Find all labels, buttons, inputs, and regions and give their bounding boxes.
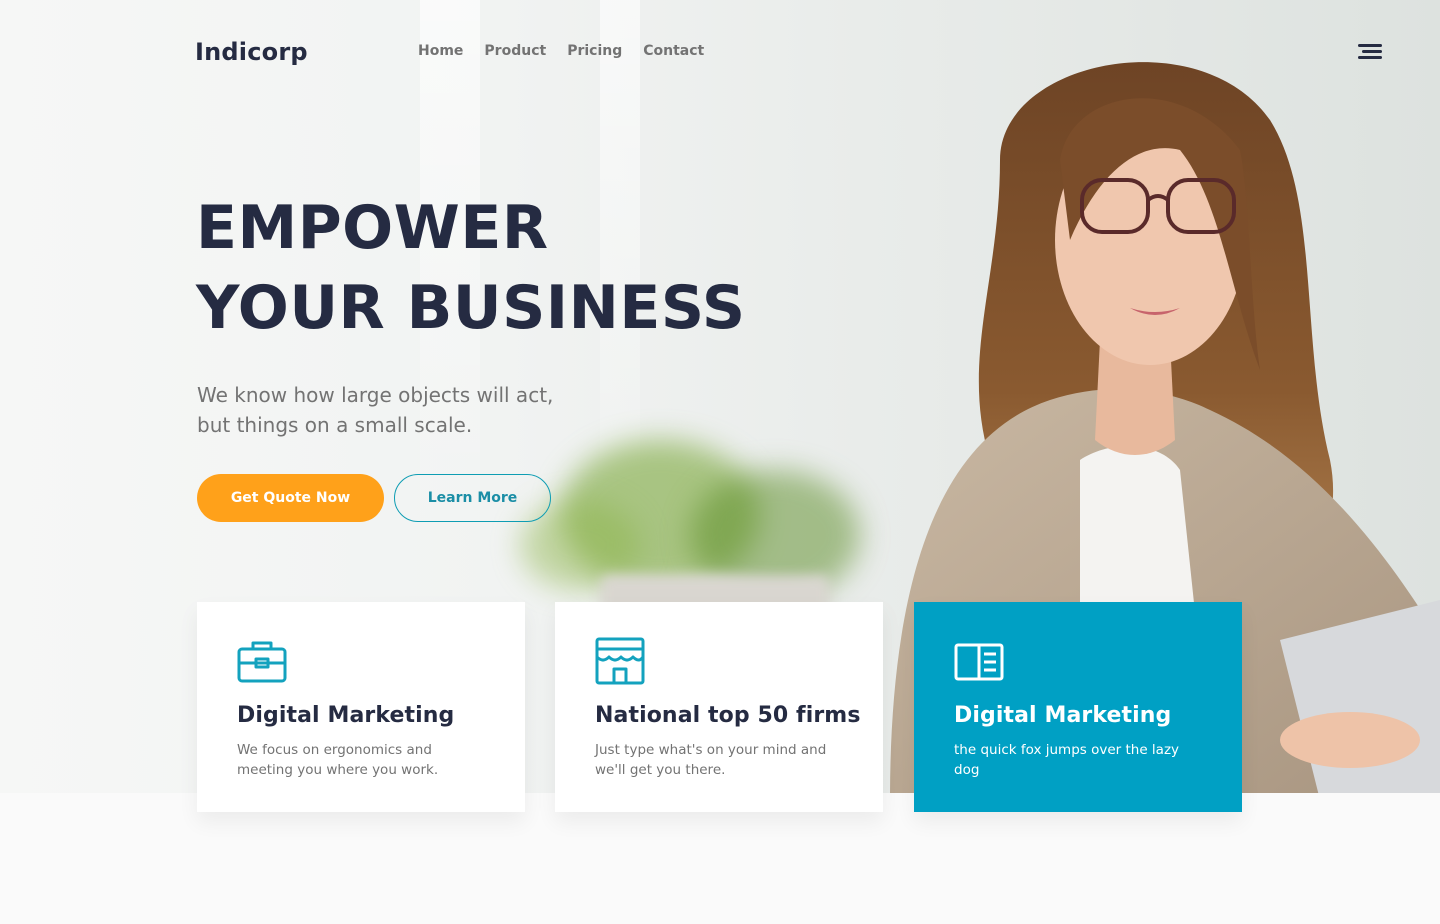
brand-logo[interactable]: Indicorp — [195, 38, 308, 66]
briefcase-icon — [237, 641, 287, 683]
get-quote-button[interactable]: Get Quote Now — [197, 474, 384, 522]
hero-title-line1: EMPOWER — [196, 193, 549, 263]
book-open-icon — [954, 643, 1004, 681]
card-title: Digital Marketing — [954, 703, 1172, 728]
card-title: National top 50 firms — [595, 703, 861, 728]
hero-subtitle: We know how large objects will act, but … — [197, 380, 617, 440]
nav-product-link[interactable]: Product — [484, 43, 546, 59]
card-title: Digital Marketing — [237, 703, 455, 728]
hero-title: EMPOWER YOUR BUSINESS — [196, 188, 746, 348]
feature-card-1: Digital Marketing We focus on ergonomics… — [197, 602, 525, 812]
feature-card-2: National top 50 firms Just type what's o… — [555, 602, 883, 812]
hamburger-menu-icon[interactable] — [1356, 44, 1382, 60]
card-text: We focus on ergonomics and meeting you w… — [237, 742, 439, 778]
top-navbar: Indicorp Home Product Pricing Contact — [0, 0, 1440, 105]
nav-contact-link[interactable]: Contact — [643, 43, 704, 59]
hero-subtitle-line2: but things on a small scale. — [197, 413, 473, 437]
hero-title-line2: YOUR BUSINESS — [196, 273, 746, 343]
nav-pricing-link[interactable]: Pricing — [567, 43, 622, 59]
card-text: the quick fox jumps over the lazy dog — [954, 742, 1180, 778]
learn-more-button[interactable]: Learn More — [394, 474, 551, 522]
card-text: Just type what's on your mind and we'll … — [595, 742, 827, 778]
hero-subtitle-line1: We know how large objects will act, — [197, 383, 554, 407]
main-menu: Home Product Pricing Contact — [418, 43, 704, 59]
storefront-icon — [595, 637, 645, 685]
feature-card-3: Digital Marketing the quick fox jumps ov… — [914, 602, 1242, 812]
nav-home-link[interactable]: Home — [418, 43, 463, 59]
